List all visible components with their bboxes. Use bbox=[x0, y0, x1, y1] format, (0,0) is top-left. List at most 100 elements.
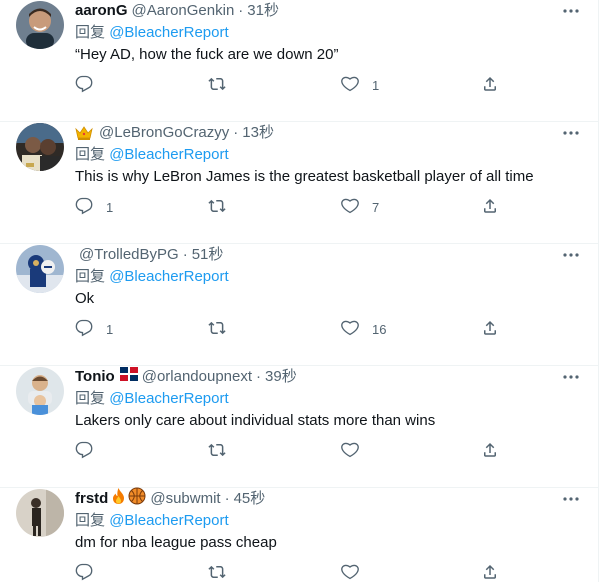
retweet-icon bbox=[208, 441, 226, 464]
share-icon bbox=[481, 197, 499, 220]
like-button[interactable] bbox=[341, 564, 372, 582]
share-icon bbox=[481, 319, 499, 342]
reply-prefix: 回复 bbox=[75, 390, 106, 407]
tweet-text: “Hey AD, how the fuck are we down 20” bbox=[75, 46, 339, 63]
like-icon bbox=[341, 441, 359, 464]
separator-dot: · bbox=[233, 124, 239, 141]
avatar[interactable] bbox=[16, 367, 64, 415]
tweet[interactable]: frstd @subwmit · 45秒 回复 @BleacherReport … bbox=[0, 487, 598, 582]
reply-count: 1 bbox=[106, 200, 114, 215]
separator-dot: · bbox=[224, 490, 230, 507]
like-icon bbox=[341, 197, 359, 220]
tweet[interactable]: aaronG @AaronGenkin · 31秒 回复 @BleacherRe… bbox=[0, 0, 598, 122]
action-bar bbox=[75, 441, 505, 464]
more-icon[interactable] bbox=[561, 489, 581, 509]
user-handle[interactable]: @orlandoupnext bbox=[142, 367, 252, 387]
reply-prefix: 回复 bbox=[75, 268, 106, 285]
timestamp[interactable]: 39秒 bbox=[265, 367, 297, 387]
retweet-button[interactable] bbox=[208, 76, 239, 96]
reply-button[interactable] bbox=[75, 441, 106, 464]
like-button[interactable] bbox=[341, 442, 372, 462]
separator-dot: · bbox=[256, 368, 262, 385]
reply-count: 1 bbox=[106, 322, 114, 337]
retweet-icon bbox=[208, 319, 226, 342]
tweet[interactable]: @TrolledByPG · 51秒 回复 @BleacherReport Ok… bbox=[0, 244, 598, 366]
mention-link[interactable]: @BleacherReport bbox=[109, 24, 228, 41]
user-handle[interactable]: @subwmit bbox=[150, 489, 220, 509]
reply-button[interactable] bbox=[75, 563, 106, 582]
like-count: 1 bbox=[372, 78, 380, 93]
avatar[interactable] bbox=[16, 123, 64, 171]
reply-prefix: 回复 bbox=[75, 24, 106, 41]
tweet[interactable]: @LeBronGoCrazyy · 13秒 回复 @BleacherReport… bbox=[0, 122, 598, 244]
action-bar: 1 16 bbox=[75, 319, 505, 342]
share-button[interactable] bbox=[481, 76, 499, 96]
dominican-flag-icon bbox=[119, 367, 138, 387]
timestamp[interactable]: 31秒 bbox=[247, 1, 279, 21]
mention-link[interactable]: @BleacherReport bbox=[109, 512, 228, 529]
tweet-header: Tonio @orlandoupnext · 39秒 bbox=[75, 367, 297, 387]
share-icon bbox=[481, 441, 499, 464]
like-count: 7 bbox=[372, 200, 380, 215]
retweet-button[interactable] bbox=[208, 320, 239, 340]
like-icon bbox=[341, 563, 359, 582]
like-button[interactable]: 7 bbox=[341, 198, 379, 218]
user-handle[interactable]: @LeBronGoCrazyy bbox=[99, 123, 229, 143]
separator-dot: · bbox=[182, 246, 188, 263]
retweet-icon bbox=[208, 75, 226, 98]
timestamp[interactable]: 13秒 bbox=[242, 123, 274, 143]
action-bar: 1 bbox=[75, 75, 505, 98]
share-button[interactable] bbox=[481, 198, 499, 218]
reply-button[interactable]: 1 bbox=[75, 319, 114, 342]
timestamp[interactable]: 51秒 bbox=[192, 245, 224, 265]
mention-link[interactable]: @BleacherReport bbox=[109, 268, 228, 285]
share-button[interactable] bbox=[481, 320, 499, 340]
share-button[interactable] bbox=[481, 564, 499, 582]
display-name[interactable]: aaronG bbox=[75, 1, 128, 21]
tweet-header: @TrolledByPG · 51秒 bbox=[75, 245, 223, 265]
mention-link[interactable]: @BleacherReport bbox=[109, 146, 228, 163]
timestamp[interactable]: 45秒 bbox=[234, 489, 266, 509]
avatar[interactable] bbox=[16, 1, 64, 49]
reply-icon bbox=[75, 197, 93, 220]
tweet-header: aaronG @AaronGenkin · 31秒 bbox=[75, 1, 279, 21]
user-handle[interactable]: @TrolledByPG bbox=[79, 245, 179, 265]
replying-to: 回复 @BleacherReport bbox=[75, 389, 229, 409]
more-icon[interactable] bbox=[561, 1, 581, 21]
share-icon bbox=[481, 563, 499, 582]
crown-emoji bbox=[75, 125, 93, 141]
retweet-button[interactable] bbox=[208, 198, 239, 218]
display-name[interactable]: Tonio bbox=[75, 367, 115, 387]
tweet-text: Lakers only care about individual stats … bbox=[75, 412, 436, 429]
share-icon bbox=[481, 75, 499, 98]
reply-icon bbox=[75, 441, 93, 464]
reply-button[interactable]: 1 bbox=[75, 197, 114, 220]
separator-dot: · bbox=[238, 2, 244, 19]
action-bar bbox=[75, 563, 505, 582]
more-icon[interactable] bbox=[561, 123, 581, 143]
tweet-text: This is why LeBron James is the greatest… bbox=[75, 168, 534, 185]
replying-to: 回复 @BleacherReport bbox=[75, 23, 229, 43]
more-icon[interactable] bbox=[561, 367, 581, 387]
reply-icon bbox=[75, 75, 93, 98]
reply-button[interactable] bbox=[75, 75, 106, 98]
retweet-button[interactable] bbox=[208, 564, 239, 582]
share-button[interactable] bbox=[481, 442, 499, 462]
avatar[interactable] bbox=[16, 245, 64, 293]
tweet[interactable]: Tonio @orlandoupnext · 39秒 回复 @BleacherR… bbox=[0, 366, 598, 488]
display-name[interactable]: frstd bbox=[75, 489, 108, 509]
reply-icon bbox=[75, 319, 93, 342]
user-handle[interactable]: @AaronGenkin bbox=[132, 1, 235, 21]
more-icon[interactable] bbox=[561, 245, 581, 265]
tweet-text: dm for nba league pass cheap bbox=[75, 534, 277, 551]
retweet-button[interactable] bbox=[208, 442, 239, 462]
avatar[interactable] bbox=[16, 489, 64, 537]
replying-to: 回复 @BleacherReport bbox=[75, 267, 229, 287]
reply-prefix: 回复 bbox=[75, 146, 106, 163]
like-button[interactable]: 1 bbox=[341, 76, 379, 96]
like-button[interactable]: 16 bbox=[341, 320, 386, 340]
retweet-icon bbox=[208, 197, 226, 220]
tweet-header: frstd @subwmit · 45秒 bbox=[75, 487, 266, 509]
mention-link[interactable]: @BleacherReport bbox=[109, 390, 228, 407]
replying-to: 回复 @BleacherReport bbox=[75, 511, 229, 531]
